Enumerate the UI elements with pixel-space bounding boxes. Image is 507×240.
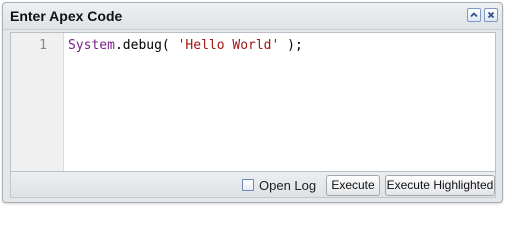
- open-log-label: Open Log: [259, 177, 317, 193]
- code-token-method: .debug(: [114, 38, 178, 53]
- code-token-close: );: [279, 38, 303, 53]
- chevron-up-icon: [470, 12, 478, 18]
- collapse-button[interactable]: [467, 8, 481, 22]
- open-log-toggle[interactable]: Open Log: [242, 177, 316, 193]
- execute-highlighted-button[interactable]: Execute Highlighted: [385, 175, 495, 196]
- code-editor[interactable]: 1 System.debug( 'Hello World' );: [10, 32, 496, 172]
- code-token-class: System: [68, 38, 115, 53]
- code-line[interactable]: System.debug( 'Hello World' );: [68, 38, 303, 54]
- open-log-checkbox[interactable]: [242, 179, 254, 191]
- panel-title: Enter Apex Code: [10, 8, 123, 24]
- code-token-string: 'Hello World': [177, 38, 280, 53]
- execute-button[interactable]: Execute: [326, 175, 380, 196]
- panel-header: Enter Apex Code: [3, 3, 502, 30]
- line-number: 1: [39, 38, 47, 53]
- line-number-gutter: 1: [11, 33, 64, 171]
- close-button[interactable]: [484, 8, 498, 22]
- close-icon: [487, 11, 495, 19]
- panel-footer: Open Log Execute Execute Highlighted: [10, 172, 496, 198]
- enter-apex-code-panel: Enter Apex Code 1 System.debug( 'Hello W…: [2, 2, 503, 203]
